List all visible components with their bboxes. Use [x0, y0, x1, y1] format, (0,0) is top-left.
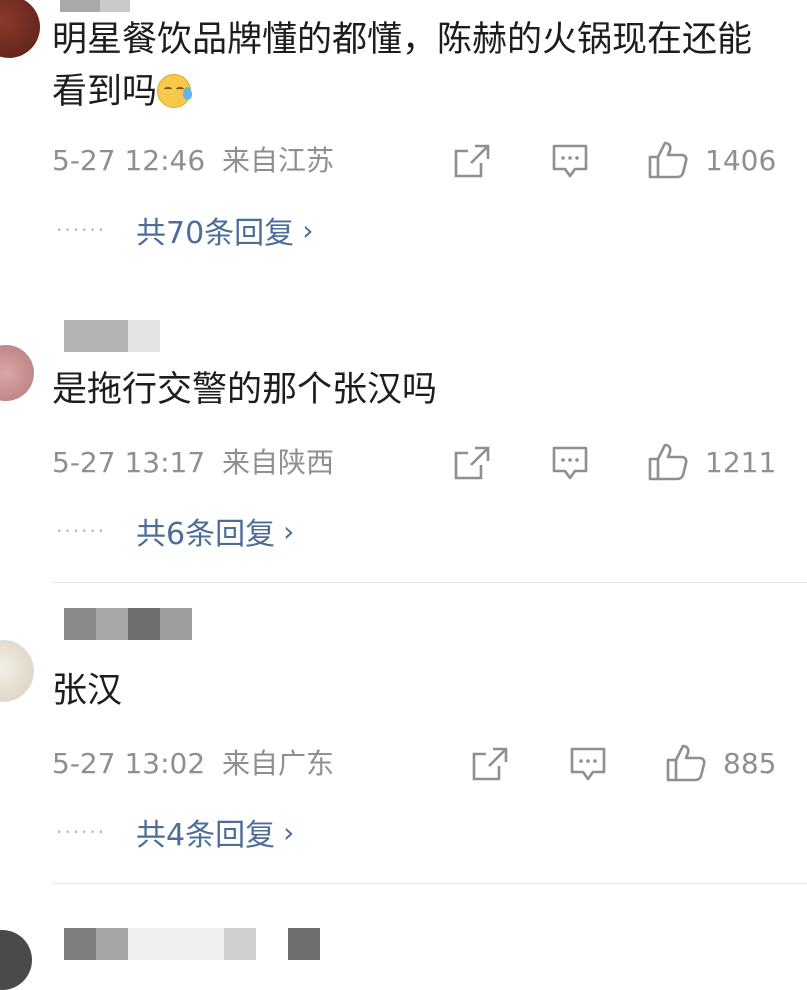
comment-icon	[552, 144, 588, 178]
dots-divider: ······	[56, 218, 107, 242]
avatar[interactable]	[0, 345, 34, 401]
replies-label[interactable]: 共6条回复	[136, 509, 275, 553]
comment-content: 张汉	[52, 671, 123, 711]
like-count: 1211	[705, 445, 777, 479]
comment-time: 5-27 13:02	[52, 747, 206, 780]
chevron-right-icon: ›	[283, 815, 295, 849]
comment-meta: 5-27 13:02 来自广东	[52, 744, 334, 784]
comment-location: 来自江苏	[222, 144, 335, 177]
share-button[interactable]	[471, 746, 509, 782]
avatar[interactable]	[0, 930, 32, 990]
replies-link[interactable]: ······ 共4条回复 ›	[56, 810, 294, 854]
share-icon	[454, 144, 490, 178]
replies-link[interactable]: ······ 共6条回复 ›	[56, 509, 294, 553]
like-count: 885	[723, 746, 777, 780]
thumbs-up-icon	[648, 141, 688, 179]
comment-meta: 5-27 12:46 来自江苏	[52, 141, 334, 181]
share-icon	[454, 446, 490, 480]
like-count: 1406	[705, 143, 777, 177]
comment-meta: 5-27 13:17 来自陕西	[52, 443, 334, 483]
comment-location: 来自广东	[222, 747, 335, 780]
like-button[interactable]: 885	[665, 743, 776, 783]
comment-time: 5-27 12:46	[52, 144, 206, 177]
like-button[interactable]: 1211	[647, 442, 776, 482]
chevron-right-icon: ›	[302, 213, 314, 247]
comment-button[interactable]	[551, 143, 589, 181]
comment-icon	[552, 446, 588, 480]
replies-label[interactable]: 共4条回复	[136, 810, 275, 854]
share-button[interactable]	[453, 143, 491, 179]
thumbs-up-icon	[648, 443, 688, 481]
comment-time: 5-27 13:17	[52, 446, 206, 479]
dots-divider: ······	[56, 519, 107, 543]
username-blurred[interactable]	[64, 608, 192, 640]
share-button[interactable]	[453, 445, 491, 481]
sleepy-sweat-emoji	[157, 74, 193, 108]
like-button[interactable]: 1406	[647, 140, 776, 180]
replies-label[interactable]: 共70条回复	[136, 208, 294, 252]
comment-content: 是拖行交警的那个张汉吗	[52, 370, 438, 410]
comment-button[interactable]	[569, 746, 607, 784]
thumbs-up-icon	[666, 744, 706, 782]
dots-divider: ······	[56, 820, 107, 844]
comment-icon	[570, 747, 606, 781]
username-blurred[interactable]	[64, 320, 160, 352]
comment-content: 明星餐饮品牌懂的都懂，陈赫的火锅现在还能看到吗	[52, 20, 753, 112]
avatar[interactable]	[0, 0, 40, 58]
comment-divider	[52, 582, 807, 583]
replies-link[interactable]: ······ 共70条回复 ›	[56, 208, 313, 252]
username-blurred[interactable]	[64, 928, 320, 960]
comment-location: 来自陕西	[222, 446, 335, 479]
chevron-right-icon: ›	[283, 514, 295, 548]
comment-button[interactable]	[551, 445, 589, 483]
avatar[interactable]	[0, 640, 34, 702]
username-blurred[interactable]	[60, 0, 130, 12]
share-icon	[472, 747, 508, 781]
comment-divider	[52, 883, 807, 884]
